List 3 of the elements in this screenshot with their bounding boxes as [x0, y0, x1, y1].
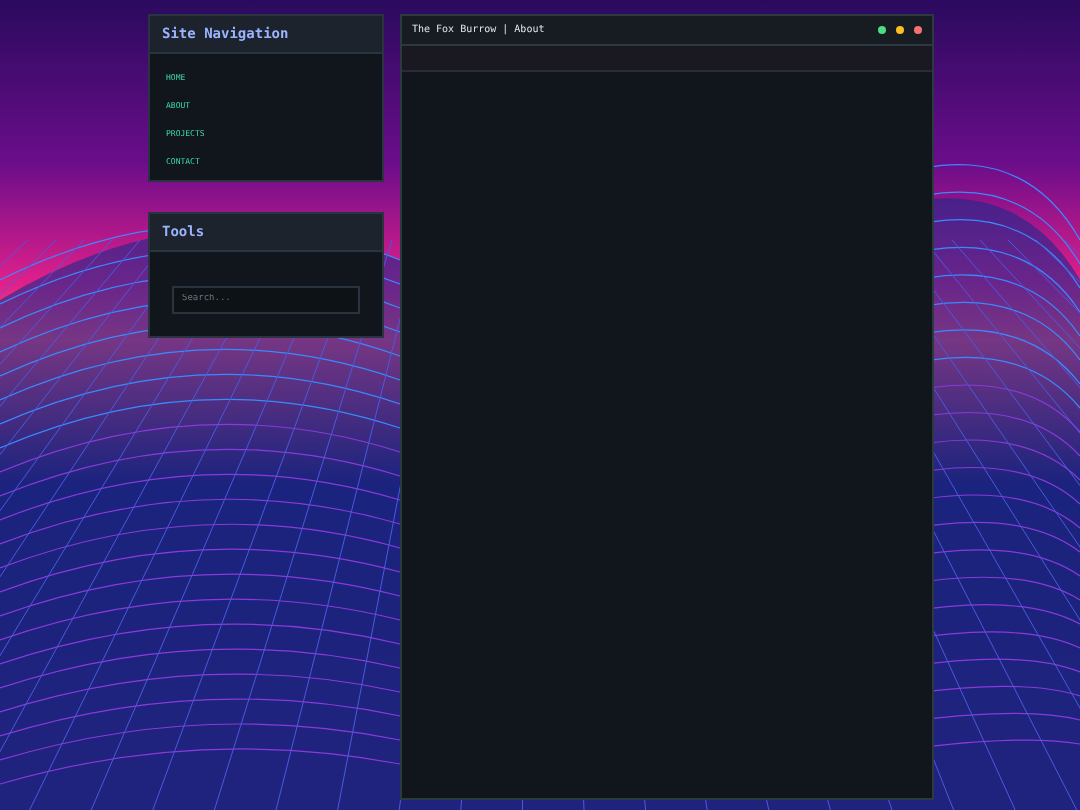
window-control-dot[interactable]: [896, 26, 904, 34]
window-control-dot[interactable]: [914, 26, 922, 34]
window-control-dot[interactable]: [878, 26, 886, 34]
